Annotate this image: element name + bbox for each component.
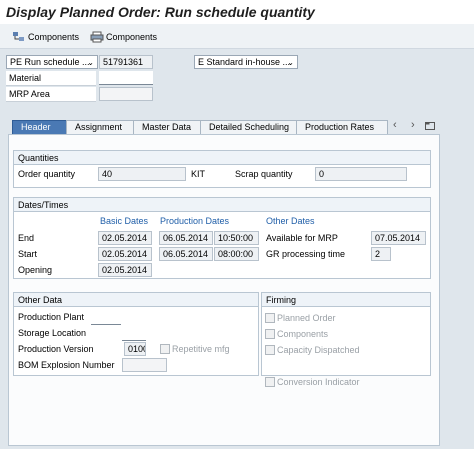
components-button-2[interactable]: Components bbox=[90, 29, 157, 45]
conversion-indicator-checkbox[interactable] bbox=[265, 377, 275, 389]
available-mrp-field[interactable]: 07.05.2014 bbox=[371, 231, 426, 245]
start-production-time-field[interactable]: 08:00:00 bbox=[214, 247, 259, 261]
opening-label: Opening bbox=[18, 265, 53, 275]
bom-explosion-label: BOM Explosion Number bbox=[18, 360, 115, 370]
order-qty-field[interactable]: 40 bbox=[98, 167, 186, 181]
start-production-date-field[interactable]: 06.05.2014 bbox=[159, 247, 213, 261]
page-title: Display Planned Order: Run schedule quan… bbox=[6, 4, 315, 20]
tab-header[interactable]: Header bbox=[12, 120, 67, 134]
dates-title: Dates/Times bbox=[14, 198, 430, 212]
start-label: Start bbox=[18, 249, 38, 259]
tab-scroll-right-icon[interactable]: › bbox=[411, 119, 415, 131]
component-tree-icon bbox=[12, 31, 26, 43]
start-basic-date-field[interactable]: 02.05.2014 bbox=[98, 247, 152, 261]
tab-scroll-left-icon[interactable]: ‹ bbox=[393, 119, 397, 131]
components-label-1: Components bbox=[28, 32, 80, 42]
firming-title: Firming bbox=[262, 293, 430, 307]
repetitive-mfg-label: Repetitive mfg bbox=[172, 344, 230, 354]
material-label: Material bbox=[6, 71, 96, 86]
chevron-down-icon: ⌄ bbox=[287, 58, 294, 67]
order-type-value: PE Run schedule ... bbox=[10, 57, 90, 67]
mrp-area-field[interactable] bbox=[99, 87, 153, 101]
bom-explosion-field[interactable] bbox=[122, 358, 167, 372]
components-button-1[interactable]: Components bbox=[12, 29, 79, 45]
quantities-title: Quantities bbox=[14, 151, 430, 165]
components-label-2: Components bbox=[106, 32, 158, 42]
end-production-time-field[interactable]: 10:50:00 bbox=[214, 231, 259, 245]
printer-icon bbox=[90, 31, 104, 43]
gr-processing-field[interactable]: 2 bbox=[371, 247, 391, 261]
production-plant-label: Production Plant bbox=[18, 312, 85, 322]
procurement-value: E Standard in-house ... bbox=[198, 57, 291, 67]
tab-assignment[interactable]: Assignment bbox=[66, 120, 134, 134]
end-label: End bbox=[18, 233, 35, 243]
capacity-dispatched-label: Capacity Dispatched bbox=[277, 345, 360, 355]
order-number-field[interactable]: 51791361 bbox=[99, 55, 153, 69]
storage-location-label: Storage Location bbox=[18, 328, 87, 338]
end-production-date-field[interactable]: 06.05.2014 bbox=[159, 231, 213, 245]
tabstrip: Header Assignment Master Data Detailed S… bbox=[12, 120, 388, 134]
other-data-title: Other Data bbox=[14, 293, 258, 307]
planned-order-label: Planned Order bbox=[277, 313, 336, 323]
production-version-field[interactable]: 0100 bbox=[124, 342, 146, 356]
conversion-indicator-label: Conversion Indicator bbox=[277, 377, 360, 387]
tab-detailed-scheduling[interactable]: Detailed Scheduling bbox=[200, 120, 297, 134]
repetitive-mfg-checkbox[interactable] bbox=[160, 344, 170, 356]
mrp-area-label: MRP Area bbox=[6, 87, 96, 102]
basic-dates-header: Basic Dates bbox=[100, 216, 149, 226]
storage-location-field[interactable] bbox=[122, 327, 146, 341]
tab-production-rates[interactable]: Production Rates bbox=[296, 120, 388, 134]
opening-basic-date-field[interactable]: 02.05.2014 bbox=[98, 263, 152, 277]
scrap-qty-field[interactable]: 0 bbox=[315, 167, 407, 181]
components-firming-label: Components bbox=[277, 329, 329, 339]
gr-processing-label: GR processing time bbox=[266, 249, 346, 259]
tab-list-icon[interactable] bbox=[425, 121, 435, 133]
production-plant-field[interactable] bbox=[91, 311, 121, 325]
procurement-dropdown[interactable]: E Standard in-house ... ⌄ bbox=[194, 55, 298, 69]
available-mrp-label: Available for MRP bbox=[266, 233, 338, 243]
production-version-label: Production Version bbox=[18, 344, 94, 354]
order-qty-label: Order quantity bbox=[18, 169, 76, 179]
tab-master-data[interactable]: Master Data bbox=[133, 120, 201, 134]
end-basic-date-field[interactable]: 02.05.2014 bbox=[98, 231, 152, 245]
scrap-qty-label: Scrap quantity bbox=[235, 169, 293, 179]
unit-label: KIT bbox=[191, 169, 206, 179]
other-dates-header: Other Dates bbox=[266, 216, 315, 226]
chevron-down-icon: ⌄ bbox=[87, 58, 94, 67]
order-type-dropdown[interactable]: PE Run schedule ... ⌄ bbox=[6, 55, 98, 69]
capacity-dispatched-checkbox[interactable] bbox=[265, 345, 275, 357]
planned-order-checkbox[interactable] bbox=[265, 313, 275, 325]
material-field[interactable] bbox=[99, 71, 153, 85]
production-dates-header: Production Dates bbox=[160, 216, 230, 226]
components-checkbox[interactable] bbox=[265, 329, 275, 341]
